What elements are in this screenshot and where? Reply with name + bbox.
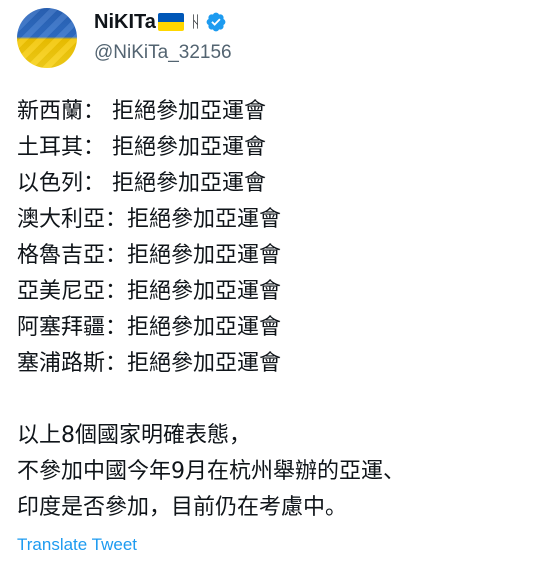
tweet-line: 格魯吉亞：拒絕參加亞運會 — [17, 243, 282, 268]
author-name-row[interactable]: NiKITa ᚺ — [94, 9, 227, 35]
tweet-header: NiKITa ᚺ @NiKiTa_32156 — [17, 8, 527, 68]
tweet-line: 土耳其： 拒絕參加亞運會 — [17, 135, 266, 160]
author-handle[interactable]: @NiKiTa_32156 — [94, 41, 232, 65]
tweet-line: 阿塞拜疆：拒絕參加亞運會 — [17, 315, 282, 340]
tweet-line: 亞美尼亞：拒絕參加亞運會 — [17, 279, 282, 304]
tweet-text: 新西蘭： 拒絕參加亞運會 土耳其： 拒絕參加亞運會 以色列： 拒絕參加亞運會 澳… — [17, 94, 532, 526]
display-name[interactable]: NiKITa — [94, 9, 156, 35]
rune-icon: ᚺ — [190, 12, 201, 31]
summary-line: 不參加中國今年9月在杭州舉辦的亞運、 — [17, 459, 405, 484]
ukraine-flag-icon — [157, 13, 184, 31]
avatar[interactable] — [17, 8, 77, 68]
translate-tweet-link[interactable]: Translate Tweet — [17, 533, 137, 557]
verified-badge-icon[interactable] — [205, 11, 227, 33]
summary-line: 印度是否參加，目前仍在考慮中。 — [17, 495, 348, 520]
tweet-line: 澳大利亞：拒絕參加亞運會 — [17, 207, 282, 232]
tweet-line: 新西蘭： 拒絕參加亞運會 — [17, 99, 266, 124]
summary-line: 以上8個國家明確表態， — [17, 423, 251, 448]
tweet-line: 以色列： 拒絕參加亞運會 — [17, 171, 266, 196]
tweet-line: 塞浦路斯：拒絕參加亞運會 — [17, 351, 282, 376]
